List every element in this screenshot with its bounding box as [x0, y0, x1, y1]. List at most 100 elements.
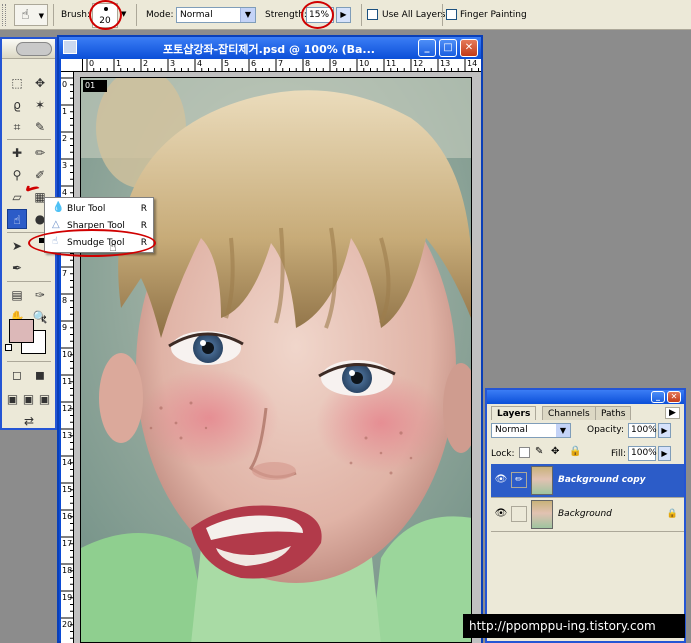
notes-tool-icon[interactable]: ▤	[7, 285, 27, 305]
path-selection-icon[interactable]: ➤	[7, 236, 27, 256]
lock-all-icon[interactable]: 🔒	[569, 446, 581, 457]
lock-image-icon[interactable]: ✎	[535, 446, 543, 457]
quick-mask-icon[interactable]: ◼	[30, 365, 50, 385]
highlight-circle-smudge	[28, 229, 156, 257]
tool-preset-picker[interactable]: ☝ ▼	[14, 4, 48, 26]
layer-row-background-copy[interactable]: 👁 ✏ Background copy	[491, 464, 684, 498]
divider	[7, 361, 51, 362]
ruler-number: 14	[62, 458, 73, 467]
foreground-color-swatch[interactable]	[9, 319, 34, 343]
standard-mode-icon[interactable]: ◻	[7, 365, 27, 385]
tab-layers[interactable]: Layers	[491, 406, 537, 420]
layer-thumbnail	[531, 500, 553, 529]
toolbox-header[interactable]	[2, 39, 55, 59]
healing-brush-icon[interactable]: ✚	[7, 143, 27, 163]
ruler-number: 13	[62, 431, 73, 440]
palette-minimize-button[interactable]: _	[651, 391, 665, 403]
screen-mode-full-icon[interactable]: ▣	[37, 389, 52, 409]
ruler-number: 11	[386, 59, 397, 68]
ruler-number: 0	[62, 80, 68, 89]
minimize-button[interactable]: _	[418, 39, 436, 57]
layers-palette: _ ✕ Layers Channels Paths ▶ Normal ▼ Opa…	[485, 388, 686, 643]
ruler-number: 5	[224, 59, 230, 68]
crop-tool-icon[interactable]: ⌗	[7, 117, 27, 137]
tab-channels[interactable]: Channels	[542, 406, 596, 420]
lasso-tool-icon[interactable]: ϱ	[7, 95, 27, 115]
finger-painting-checkbox[interactable]	[446, 9, 457, 20]
eyedropper-icon[interactable]: ✑	[30, 285, 50, 305]
marquee-tool-icon[interactable]: ⬚	[7, 73, 27, 93]
fill-input[interactable]: 100%	[628, 446, 657, 461]
screen-mode-standard-icon[interactable]: ▣	[5, 389, 20, 409]
divider	[7, 139, 51, 140]
move-tool-icon[interactable]: ✥	[30, 73, 50, 93]
opacity-input[interactable]: 100%	[628, 423, 657, 438]
ruler-number: 16	[62, 512, 73, 521]
palette-menu-button[interactable]: ▶	[665, 407, 680, 419]
ruler-number: 6	[251, 59, 257, 68]
close-button[interactable]: ✕	[460, 39, 478, 57]
smudge-tool-icon[interactable]: ☝	[7, 209, 27, 229]
mode-select[interactable]: Normal ▼	[176, 7, 256, 23]
photo-canvas[interactable]: 01	[80, 77, 472, 643]
vertical-ruler[interactable]: 01234567891011121314151617181920	[61, 72, 74, 643]
menu-item-blur-tool[interactable]: 💧 Blur Tool R	[45, 200, 153, 217]
chevron-down-icon: ▼	[240, 8, 255, 22]
layers-palette-title-bar[interactable]: _ ✕	[487, 390, 684, 404]
opacity-slider-button[interactable]: ▶	[658, 423, 671, 438]
default-colors-icon[interactable]	[5, 344, 12, 351]
screen-mode-full-menu-icon[interactable]: ▣	[21, 389, 36, 409]
pen-tool-icon[interactable]: ✒	[7, 258, 27, 278]
ruler-number: 10	[62, 350, 73, 359]
brush-tool-icon[interactable]: ✏	[30, 143, 50, 163]
ruler-number: 13	[440, 59, 451, 68]
photoshop-eye-logo[interactable]	[16, 42, 52, 56]
lock-icon: 🔒	[666, 509, 678, 519]
clone-stamp-icon[interactable]: ⚲	[7, 165, 27, 185]
use-all-layers-checkbox[interactable]	[367, 9, 378, 20]
ruler-number: 1	[116, 59, 122, 68]
ruler-number: 3	[170, 59, 176, 68]
lock-label: Lock:	[491, 449, 515, 459]
strength-slider-button[interactable]: ▶	[336, 7, 351, 23]
ruler-number: 12	[62, 404, 73, 413]
visibility-eye-icon[interactable]: 👁	[493, 508, 509, 522]
canvas-area[interactable]: 01	[74, 72, 481, 643]
blend-mode-value: Normal	[495, 425, 528, 435]
slice-tool-icon[interactable]: ✎	[30, 117, 50, 137]
ruler-number: 8	[305, 59, 311, 68]
ruler-origin[interactable]	[61, 59, 83, 72]
blur-drop-icon: 💧	[52, 202, 65, 213]
layer-name[interactable]: Background	[558, 509, 612, 519]
document-title-bar[interactable]: 포토샵강좌-잡티제거.psd @ 100% (Ba... _ □ ✕	[59, 37, 481, 59]
tab-paths[interactable]: Paths	[595, 406, 632, 420]
ruler-number: 7	[278, 59, 284, 68]
ruler-number: 2	[62, 134, 68, 143]
fill-slider-button[interactable]: ▶	[658, 446, 671, 461]
divider	[7, 281, 51, 282]
blend-mode-select[interactable]: Normal ▼	[491, 423, 571, 438]
swap-colors-icon[interactable]: ↱	[40, 315, 48, 325]
jump-to-imageready-icon[interactable]: ⇄	[7, 411, 51, 431]
horizontal-ruler[interactable]: 0 1 2 3 4 5 6 7 8 9 10 11 12 13 14	[83, 59, 481, 72]
ruler-number: 0	[89, 59, 95, 68]
lock-transparency-icon[interactable]	[519, 447, 530, 458]
document-window: 포토샵강좌-잡티제거.psd @ 100% (Ba... _ □ ✕ 01234…	[57, 35, 483, 643]
magic-wand-icon[interactable]: ✶	[30, 95, 50, 115]
divider	[442, 4, 443, 26]
highlight-circle-brush	[89, 0, 122, 30]
visibility-eye-icon[interactable]: 👁	[493, 474, 509, 488]
layer-thumbnail	[531, 466, 553, 495]
options-bar-grip[interactable]	[2, 4, 6, 26]
lock-position-icon[interactable]: ✥	[551, 446, 559, 457]
maximize-button[interactable]: □	[439, 39, 457, 57]
layer-name[interactable]: Background copy	[558, 475, 646, 485]
paintbrush-icon[interactable]: ✏	[511, 472, 527, 488]
ruler-number: 9	[62, 323, 68, 332]
link-box[interactable]	[511, 506, 527, 522]
finger-painting-label: Finger Painting	[460, 10, 527, 20]
ruler-number: 4	[197, 59, 203, 68]
palette-close-button[interactable]: ✕	[667, 391, 681, 403]
layer-row-background[interactable]: 👁 Background 🔒	[491, 498, 684, 532]
ruler-number: 15	[62, 485, 73, 494]
